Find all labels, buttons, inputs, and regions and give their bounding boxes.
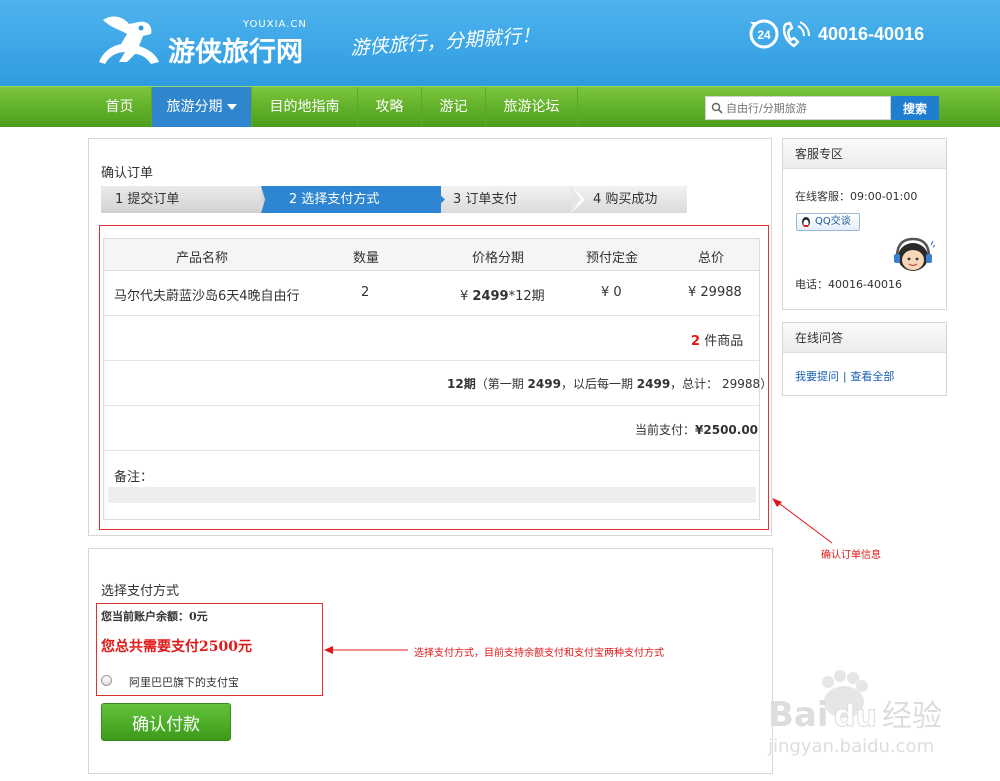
view-all-link[interactable]: 查看全部 (850, 370, 894, 383)
qq-penguin-icon (802, 217, 810, 227)
step-arrow-icon (431, 186, 445, 213)
item-count-number: 2 (691, 334, 701, 349)
nav-item-forum[interactable]: 旅游论坛 (486, 87, 578, 127)
step-purchase-success: 4 购买成功 (581, 186, 687, 213)
headset-agent-icon (894, 237, 935, 271)
remark-label: 备注： (114, 470, 154, 485)
item-count: 2 件商品 (691, 330, 743, 349)
ask-question-link[interactable]: 我要提问 (795, 370, 839, 383)
row-divider (104, 405, 759, 406)
row-divider (104, 360, 759, 361)
order-section-title: 确认订单 (101, 166, 154, 181)
slogan: 游侠旅行，分期就行！ (349, 24, 541, 60)
installment-periods: 12期 (447, 377, 476, 391)
product-qty: 2 (361, 285, 370, 300)
link-separator: | (842, 370, 847, 383)
product-name: 马尔代夫蔚蓝沙岛6天4晚自由行 (114, 289, 300, 304)
nav-item-guides[interactable]: 攻略 (358, 87, 422, 127)
step-submit-order: 1 提交订单 (101, 186, 271, 213)
search-box (705, 96, 891, 120)
row-divider (104, 450, 759, 451)
table-header: 产品名称 数量 价格分期 预付定金 总价 (104, 239, 759, 271)
step-arrow-icon (261, 186, 275, 213)
col-total: 总价 (698, 251, 725, 266)
annotation-order-info: 确认订单信息 (821, 550, 881, 561)
service-phone: 电话：40016-40016 (795, 278, 902, 291)
watermark-bai: Bai (768, 695, 829, 735)
qq-chat-button[interactable]: QQ交谈 (796, 213, 860, 231)
chevron-down-icon (226, 104, 237, 110)
installment-summary: 12期（第一期 2499，以后每一期 2499，总计： 29988） (447, 375, 772, 392)
qa-panel: 在线问答 我要提问 | 查看全部 (782, 322, 947, 396)
qa-links: 我要提问 | 查看全部 (795, 368, 894, 384)
product-deposit: ¥ 0 (601, 285, 622, 300)
order-steps: 1 提交订单 2 选择支付方式 3 订单支付 4 购买成功 (101, 186, 687, 213)
qa-title: 在线问答 (783, 323, 946, 353)
phone-badge: 24 (757, 28, 771, 42)
annotation-arrow-icon (772, 498, 833, 544)
product-price: ¥ 2499*12期 (460, 285, 545, 304)
installment-text: （第一期 (475, 377, 528, 391)
col-installment: 价格分期 (472, 251, 525, 266)
watermark-du: du (834, 699, 877, 734)
watermark-url: jingyan.baidu.com (767, 736, 934, 757)
annotation-pay-method: 选择支付方式，目前支持余额支付和支付宝两种支付方式 (414, 648, 664, 659)
total-to-pay: 您总共需要支付2500元 (101, 639, 252, 655)
hotline: 24 40016-40016 (748, 18, 924, 50)
row-divider (104, 315, 759, 316)
order-table: 产品名称 数量 价格分期 预付定金 总价 马尔代夫蔚蓝沙岛6天4晚自由行 2 ¥… (103, 238, 772, 520)
account-balance: 您当前账户余额：0元 (101, 608, 208, 624)
current-pay-label: 当前支付： (635, 423, 696, 437)
col-product-name: 产品名称 (176, 251, 229, 266)
price-value: 2499 (472, 289, 509, 304)
step-order-payment: 3 订单支付 (441, 186, 581, 213)
nav-item-travelogues[interactable]: 游记 (422, 87, 486, 127)
baidu-jingyan-watermark: Bai du 经验 jingyan.baidu.com (767, 670, 942, 757)
hotline-number: 40016-40016 (818, 23, 925, 44)
search-button[interactable]: 搜索 (891, 96, 939, 120)
col-deposit: 预付定金 (586, 251, 639, 266)
item-count-label: 件商品 (704, 334, 744, 349)
product-total: ¥ 29988 (688, 285, 742, 300)
watermark-jingyan: 经验 (882, 699, 942, 734)
remark-input[interactable] (108, 487, 756, 503)
24h-phone-icon: 24 (749, 19, 810, 49)
installment-each: 2499 (636, 377, 671, 391)
installment-text: ，以后每一期 (560, 377, 637, 391)
annotation-arrow-icon (324, 646, 408, 654)
logo-domain: YOUXIA.CN (243, 19, 307, 30)
payment-section-title: 选择支付方式 (101, 584, 180, 599)
alipay-option-label[interactable]: 阿里巴巴旗下的支付宝 (129, 674, 239, 690)
search-icon (711, 102, 723, 114)
step-choose-payment: 2 选择支付方式 (271, 186, 441, 213)
installment-total: 29988 (722, 377, 761, 391)
qq-chat-label: QQ交谈 (815, 216, 851, 227)
current-pay: 当前支付：¥2500.00 (635, 421, 758, 438)
price-currency: ¥ (460, 289, 469, 304)
current-pay-amount: ¥2500.00 (695, 423, 759, 437)
horse-logo-icon[interactable] (97, 12, 163, 70)
installment-first: 2499 (527, 377, 561, 391)
col-quantity: 数量 (353, 251, 380, 266)
installment-text: ，总计： (670, 377, 719, 391)
alipay-radio[interactable] (101, 675, 112, 686)
step-arrow-icon (571, 186, 585, 213)
logo-title[interactable]: 游侠旅行网 (168, 30, 303, 69)
installment-text: ） (760, 377, 773, 391)
nav-item-destinations[interactable]: 目的地指南 (252, 87, 358, 127)
nav-item-home[interactable]: 首页 (88, 87, 152, 127)
customer-service-title: 客服专区 (783, 139, 946, 169)
nav-item-installment-label: 旅游分期 (166, 99, 223, 115)
customer-service-panel: 客服专区 在线客服：09:00-01:00 QQ交谈 电话：40016-4001… (782, 138, 947, 310)
balance-label: 您当前账户余额： (101, 610, 189, 623)
site-header: YOUXIA.CN 游侠旅行网 游侠旅行，分期就行！ 24 40016-4001… (0, 0, 1000, 86)
main-nav: 首页 旅游分期 目的地指南 攻略 游记 旅游论坛 搜索 (0, 86, 1000, 127)
service-hours: 在线客服：09:00-01:00 (795, 190, 918, 203)
confirm-payment-button[interactable]: 确认付款 (101, 703, 231, 741)
price-periods: *12期 (508, 289, 545, 304)
nav-item-installment[interactable]: 旅游分期 (152, 87, 252, 127)
search-input[interactable] (726, 99, 886, 117)
balance-value: 0元 (189, 610, 208, 623)
